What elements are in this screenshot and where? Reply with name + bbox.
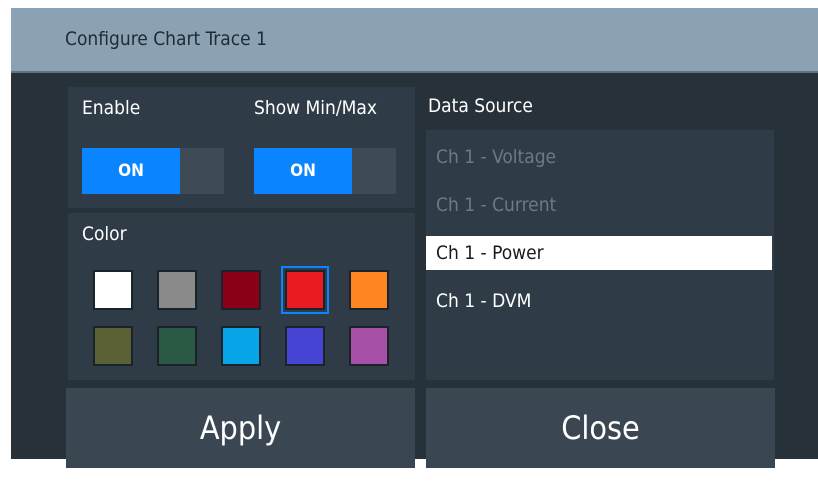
apply-button[interactable]: Apply — [66, 388, 415, 468]
show-min-max-toggle-off — [352, 148, 396, 194]
color-swatch-red[interactable] — [281, 266, 329, 314]
data-source-item[interactable]: Ch 1 - Current — [426, 188, 772, 222]
enable-label: Enable — [82, 97, 141, 119]
enable-toggle[interactable]: ON — [82, 148, 224, 194]
enable-toggle-off — [180, 148, 224, 194]
configure-trace-dialog: Configure Chart Trace 1 Enable Show Min/… — [11, 8, 818, 468]
enable-toggle-on: ON — [82, 148, 180, 194]
color-swatch-dark-green[interactable] — [157, 326, 197, 366]
show-min-max-toggle[interactable]: ON — [254, 148, 396, 194]
color-swatch-white[interactable] — [93, 270, 133, 310]
close-button[interactable]: Close — [426, 388, 775, 468]
data-source-item[interactable]: Ch 1 - DVM — [426, 284, 772, 318]
data-source-label: Data Source — [428, 95, 533, 117]
data-source-item[interactable]: Ch 1 - Power — [426, 236, 772, 270]
color-swatch-sky-blue[interactable] — [221, 326, 261, 366]
data-source-list: Ch 1 - Voltage Ch 1 - Current Ch 1 - Power… — [426, 130, 774, 380]
color-swatch-purple[interactable] — [349, 326, 389, 366]
dialog-title: Configure Chart Trace 1 — [65, 28, 268, 50]
color-swatch-gray[interactable] — [157, 270, 197, 310]
show-min-max-label: Show Min/Max — [254, 97, 377, 119]
color-swatch-olive[interactable] — [93, 326, 133, 366]
color-swatch-orange[interactable] — [349, 270, 389, 310]
color-swatch-indigo[interactable] — [285, 326, 325, 366]
color-panel: Color — [68, 213, 415, 380]
color-label: Color — [82, 223, 127, 245]
show-min-max-toggle-on: ON — [254, 148, 352, 194]
color-swatch-maroon[interactable] — [221, 270, 261, 310]
dialog-titlebar: Configure Chart Trace 1 — [11, 8, 818, 73]
data-source-item[interactable]: Ch 1 - Voltage — [426, 140, 772, 174]
toggles-panel: Enable Show Min/Max ON ON — [68, 87, 415, 208]
